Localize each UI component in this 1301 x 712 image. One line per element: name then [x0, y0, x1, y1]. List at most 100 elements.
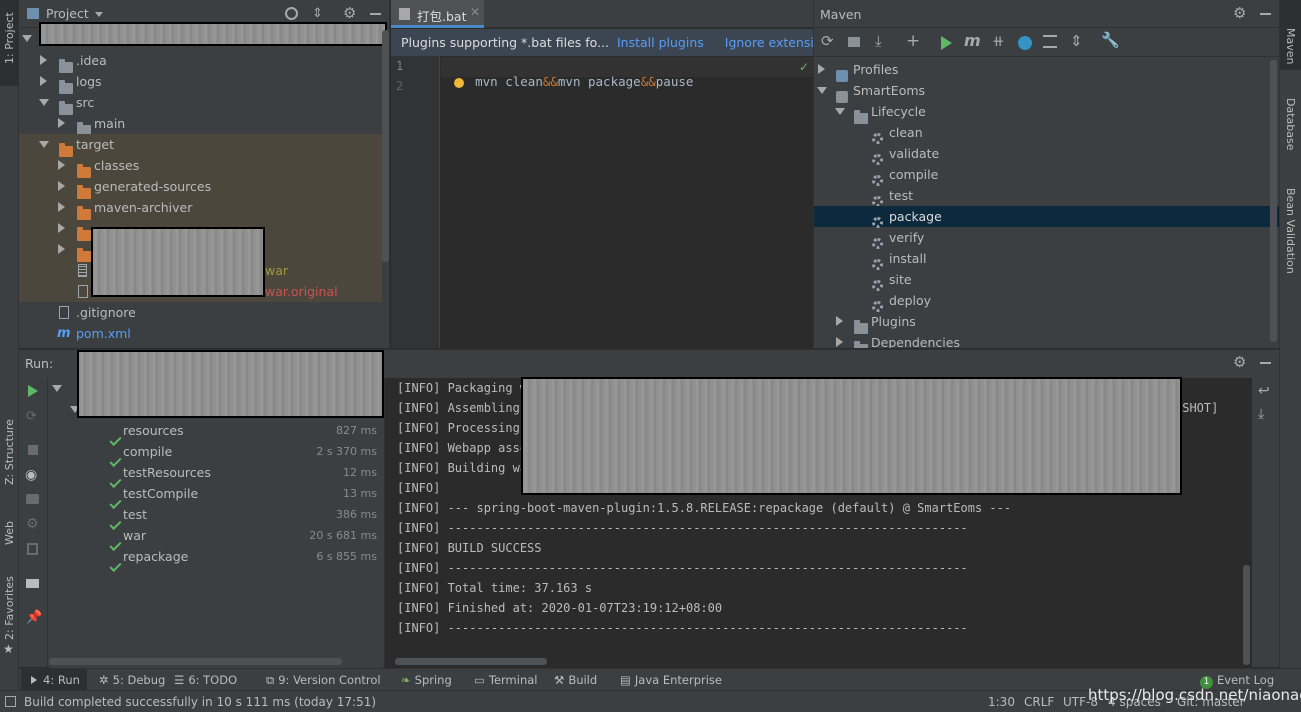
run-step-resources[interactable]: resources 827 ms: [49, 420, 383, 447]
minimize-icon[interactable]: [370, 13, 381, 15]
run-step-testcompile[interactable]: testCompile 13 ms: [49, 483, 383, 510]
skip-tests-icon[interactable]: [1018, 36, 1032, 50]
generate-sources-icon[interactable]: [848, 37, 860, 47]
editor-tab[interactable]: 打包.bat ✕: [391, 0, 484, 28]
run-step-compile[interactable]: compile 2 s 370 ms: [49, 441, 383, 468]
view-dropdown-icon[interactable]: [95, 12, 103, 17]
maven-lifecycle[interactable]: Lifecycle: [814, 101, 1279, 124]
layout-icon[interactable]: [26, 579, 39, 588]
expand-arrow-icon[interactable]: [58, 118, 65, 128]
expand-arrow-icon[interactable]: [22, 35, 32, 42]
tree-item-classes[interactable]: classes: [19, 155, 389, 178]
expand-arrow-icon[interactable]: [58, 202, 65, 212]
caret-position[interactable]: 1:30: [988, 691, 1015, 712]
tree-item-src[interactable]: src: [19, 92, 389, 115]
maven-project[interactable]: SmartEoms: [814, 80, 1279, 103]
download-icon[interactable]: ⤓: [875, 32, 882, 50]
collapse-all-icon[interactable]: ⇕: [1070, 32, 1083, 50]
maven-phase-package[interactable]: package: [814, 206, 1279, 228]
vcs-tool-button[interactable]: ⧉ 9: Version Control: [266, 669, 381, 691]
locate-icon[interactable]: [285, 7, 298, 20]
maven-phase-compile[interactable]: compile: [814, 164, 1279, 186]
maven-profiles[interactable]: Profiles: [814, 59, 1279, 82]
expand-arrow-icon[interactable]: [40, 76, 47, 86]
maven-dependencies[interactable]: Dependencies: [814, 332, 1279, 348]
maven-phase-validate[interactable]: validate: [814, 143, 1279, 165]
line-separator[interactable]: CRLF: [1024, 691, 1054, 712]
maven-tool-label[interactable]: Maven: [1284, 28, 1297, 64]
maven-scrollbar[interactable]: [1270, 60, 1277, 342]
project-scrollbar[interactable]: [382, 30, 389, 262]
tree-item-logs[interactable]: logs: [19, 71, 389, 94]
minimize-icon[interactable]: [1260, 13, 1271, 15]
run-tree-hscrollbar[interactable]: [49, 658, 342, 665]
expand-arrow-icon[interactable]: [836, 337, 843, 347]
expand-arrow-icon[interactable]: [40, 55, 47, 65]
maven-phase-site[interactable]: site: [814, 269, 1279, 291]
build-tool-button[interactable]: ⚒ Build: [554, 669, 597, 691]
todo-tool-button[interactable]: ☰ 6: TODO: [174, 669, 237, 691]
rerun-icon[interactable]: [28, 385, 38, 397]
expand-arrow-icon[interactable]: [818, 64, 825, 74]
spring-tool-button[interactable]: ❧ Spring: [401, 669, 452, 691]
status-toggle-icon[interactable]: [5, 696, 16, 707]
project-panel-title[interactable]: Project: [46, 6, 89, 21]
toggle-offline-icon[interactable]: ⧺: [992, 32, 1005, 50]
tree-item-main[interactable]: main: [19, 113, 389, 136]
soft-wrap-icon[interactable]: ↩: [1258, 383, 1270, 399]
run-tool-button[interactable]: 4: Run: [21, 669, 87, 691]
expand-arrow-icon[interactable]: [58, 160, 65, 170]
maven-phase-clean[interactable]: clean: [814, 122, 1279, 144]
run-icon[interactable]: [941, 36, 952, 50]
tree-item-pom[interactable]: m pom.xml: [19, 323, 389, 344]
lightbulb-icon[interactable]: [454, 78, 464, 88]
camera-icon[interactable]: [26, 494, 39, 504]
bean-validation-tool-label[interactable]: Bean Validation: [1284, 188, 1297, 274]
maven-plugins[interactable]: Plugins: [814, 311, 1279, 334]
run-step-war[interactable]: war 20 s 681 ms: [49, 525, 383, 552]
console-vscrollbar[interactable]: [1243, 565, 1250, 665]
tree-item-idea[interactable]: .idea: [19, 50, 389, 73]
tree-item-maven-archiver[interactable]: maven-archiver: [19, 197, 389, 220]
scroll-to-end-icon[interactable]: ⤓: [1258, 406, 1264, 422]
run-step-repackage[interactable]: repackage 6 s 855 ms: [49, 546, 383, 573]
expand-arrow-icon[interactable]: [835, 108, 845, 115]
expand-arrow-icon[interactable]: [39, 141, 49, 148]
console-hscrollbar[interactable]: [395, 658, 547, 665]
database-tool-label[interactable]: Database: [1284, 98, 1297, 151]
debug-tool-button[interactable]: ✲ 5: Debug: [99, 669, 165, 691]
tree-item-gitignore[interactable]: .gitignore: [19, 302, 389, 323]
star-icon[interactable]: ★: [3, 642, 14, 656]
inspection-ok-icon[interactable]: ✓: [799, 60, 809, 74]
run-step-test[interactable]: test 386 ms: [49, 504, 383, 531]
gear-icon[interactable]: ⚙: [343, 4, 356, 22]
minimize-icon[interactable]: [1260, 362, 1271, 364]
expand-arrow-icon[interactable]: [836, 316, 843, 326]
reload-icon[interactable]: ⟳: [821, 32, 834, 50]
terminal-tool-button[interactable]: ▭ Terminal: [474, 669, 537, 691]
expand-arrow-icon[interactable]: [39, 99, 49, 106]
rerun-failed-icon[interactable]: ⟳: [26, 409, 37, 424]
expand-arrow-icon[interactable]: [58, 244, 65, 254]
tree-item-generated-sources[interactable]: generated-sources: [19, 176, 389, 199]
expand-arrow-icon[interactable]: [52, 385, 62, 392]
execute-goal-icon[interactable]: m: [964, 31, 981, 50]
project-tool-label[interactable]: 1: Project: [3, 12, 16, 64]
wrench-icon[interactable]: 🔧: [1101, 31, 1120, 49]
web-tool-label[interactable]: Web: [3, 521, 16, 545]
java-enterprise-tool-button[interactable]: ▤ Java Enterprise: [620, 669, 722, 691]
favorites-tool-label[interactable]: 2: Favorites: [3, 576, 16, 640]
expand-arrow-icon[interactable]: [58, 223, 65, 233]
stop-icon[interactable]: [28, 445, 38, 455]
gear-icon[interactable]: ⚙: [1233, 4, 1246, 22]
expand-arrow-icon[interactable]: [58, 181, 65, 191]
status-message[interactable]: Build completed successfully in 10 s 111…: [24, 691, 376, 712]
diagram-icon[interactable]: [1043, 35, 1057, 48]
eye-icon[interactable]: ◉: [25, 467, 37, 483]
add-icon[interactable]: +: [906, 31, 920, 51]
maven-phase-install[interactable]: install: [814, 248, 1279, 270]
tree-item-target[interactable]: target: [19, 134, 389, 157]
export-icon[interactable]: [27, 543, 38, 555]
expand-arrow-icon[interactable]: [817, 87, 827, 94]
run-step-testresources[interactable]: testResources 12 ms: [49, 462, 383, 489]
